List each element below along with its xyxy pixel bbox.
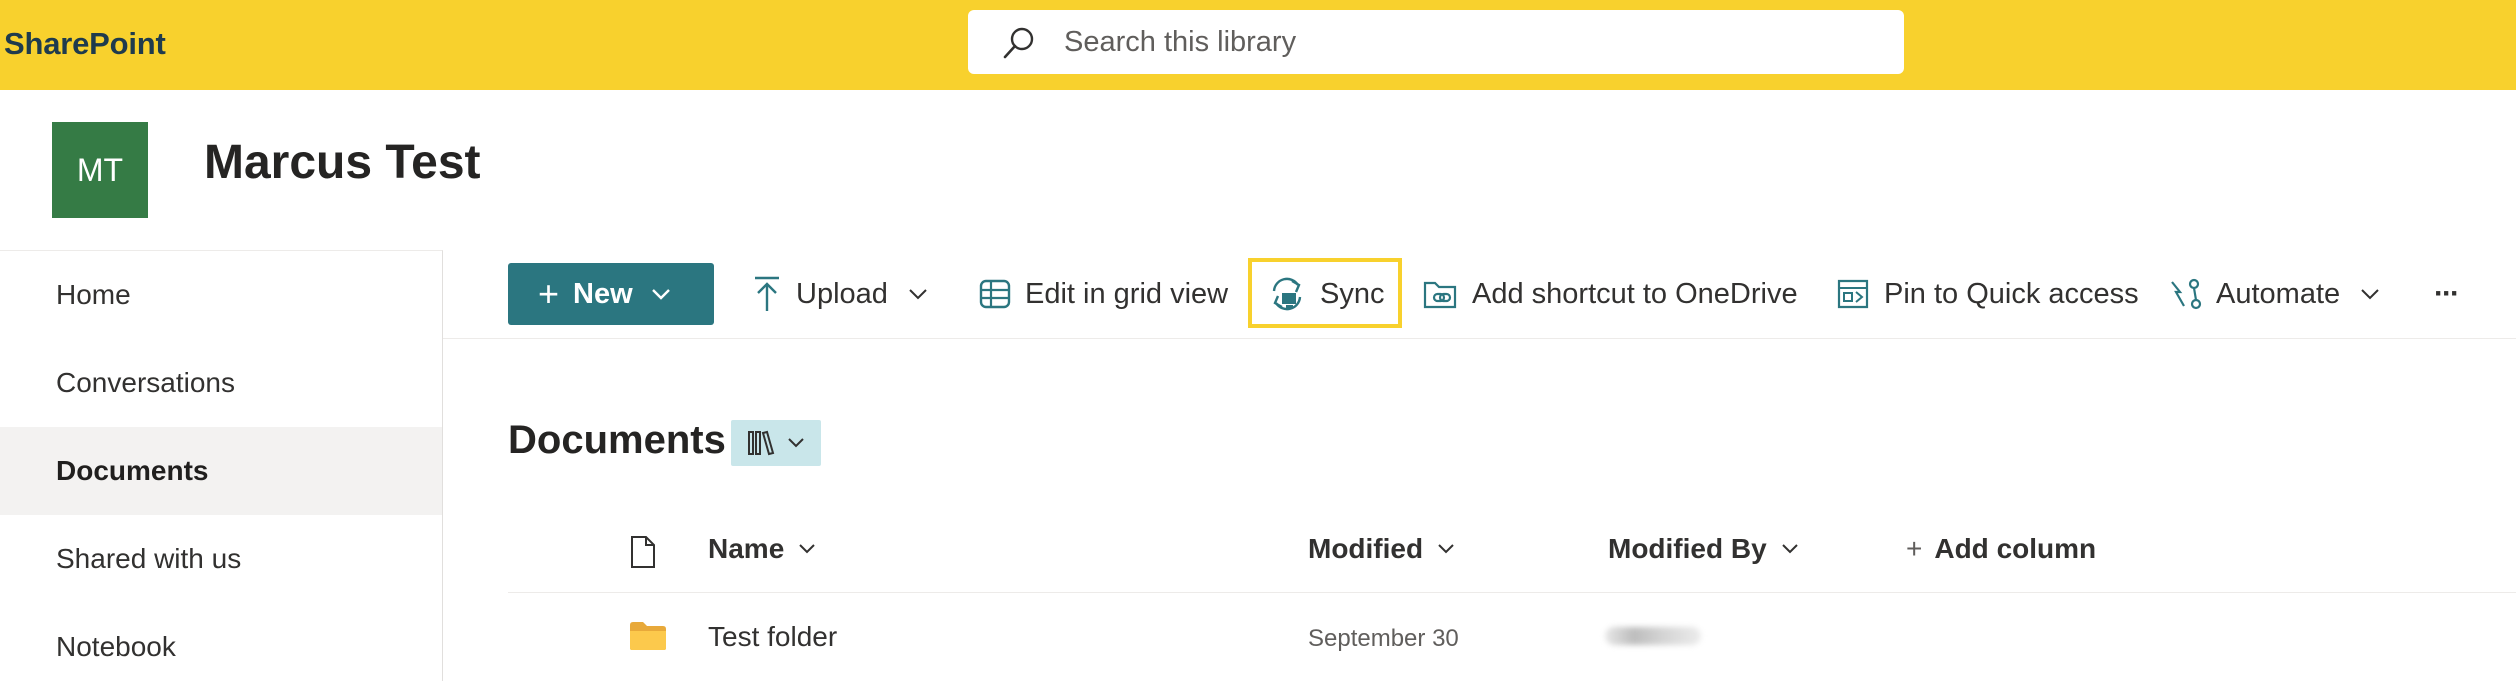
chevron-down-icon <box>1781 543 1799 555</box>
upload-label: Upload <box>796 277 888 310</box>
add-column-label: Add column <box>1934 533 2097 564</box>
left-navigation: Home Conversations Documents Shared with… <box>0 250 443 681</box>
sync-icon <box>1268 275 1306 313</box>
automate-icon <box>2168 276 2202 312</box>
folder-icon <box>629 621 667 656</box>
edit-grid-view-label: Edit in grid view <box>1025 277 1229 310</box>
library-view-icon <box>748 430 775 456</box>
chevron-down-icon <box>1437 543 1455 555</box>
add-column-button[interactable]: + Add column <box>1906 533 2096 565</box>
site-logo-initials: MT <box>76 151 124 188</box>
chevron-down-icon <box>788 438 804 448</box>
nav-item-conversations[interactable]: Conversations <box>0 339 442 427</box>
search-input[interactable] <box>1064 10 1864 74</box>
upload-button[interactable]: Upload <box>752 263 928 325</box>
site-title[interactable]: Marcus Test <box>204 135 481 190</box>
pin-quick-access-button[interactable]: Pin to Quick access <box>1836 263 2139 325</box>
column-header-modified-label: Modified <box>1308 533 1424 564</box>
search-icon <box>1003 27 1034 59</box>
modified-by-avatar-blurred <box>1605 627 1701 645</box>
nav-item-home[interactable]: Home <box>0 251 442 339</box>
row-modified-date: September 30 <box>1308 625 1459 652</box>
command-bar-divider <box>443 338 2516 339</box>
automate-button[interactable]: Automate <box>2168 263 2380 325</box>
row-name-link[interactable]: Test folder <box>708 621 837 653</box>
site-logo[interactable]: MT <box>52 122 148 218</box>
plus-icon: + <box>538 273 560 314</box>
chevron-down-icon <box>2360 288 2380 300</box>
grid-icon <box>979 278 1011 310</box>
more-options-button[interactable]: ··· <box>2434 263 2460 325</box>
sync-button[interactable]: Sync <box>1268 263 1384 325</box>
search-box[interactable] <box>968 10 1904 74</box>
library-title: Documents <box>508 418 726 462</box>
pin-icon <box>1836 278 1870 310</box>
nav-item-documents[interactable]: Documents <box>0 427 442 515</box>
table-row[interactable]: Test folder September 30 <box>508 593 2516 679</box>
shortcut-icon <box>1422 277 1458 311</box>
upload-icon <box>752 275 782 313</box>
edit-grid-view-button[interactable]: Edit in grid view <box>979 263 1228 325</box>
column-header-name[interactable]: Name <box>708 533 816 565</box>
app-brand[interactable]: SharePoint <box>4 26 166 62</box>
chevron-down-icon <box>651 289 670 300</box>
automate-label: Automate <box>2216 277 2341 310</box>
sync-label: Sync <box>1320 277 1385 310</box>
add-shortcut-label: Add shortcut to OneDrive <box>1472 277 1798 310</box>
plus-icon: + <box>1906 533 1923 564</box>
chevron-down-icon <box>908 288 928 300</box>
nav-item-shared-with-us[interactable]: Shared with us <box>0 515 442 603</box>
file-type-icon[interactable] <box>630 535 656 574</box>
chevron-down-icon <box>798 543 816 555</box>
suite-bar: SharePoint <box>0 0 2516 90</box>
new-button[interactable]: + New <box>508 263 714 325</box>
pin-quick-access-label: Pin to Quick access <box>1884 277 2139 310</box>
new-button-label: New <box>573 277 633 310</box>
view-switcher-button[interactable] <box>731 420 821 466</box>
add-shortcut-button[interactable]: Add shortcut to OneDrive <box>1422 263 1798 325</box>
nav-item-notebook[interactable]: Notebook <box>0 603 442 691</box>
column-header-name-label: Name <box>708 533 785 564</box>
column-header-modified[interactable]: Modified <box>1308 533 1455 565</box>
column-header-modified-by[interactable]: Modified By <box>1608 533 1799 565</box>
column-header-modified-by-label: Modified By <box>1608 533 1767 564</box>
